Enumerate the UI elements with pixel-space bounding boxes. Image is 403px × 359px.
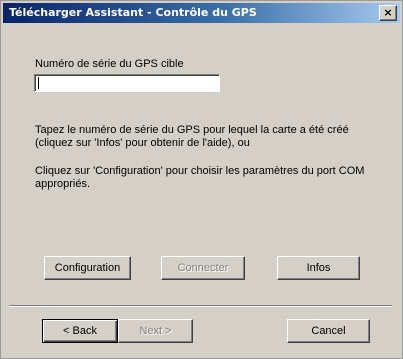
text-caret xyxy=(38,77,39,89)
instruction-line-2: (cliquez sur 'Infos' pour obtenir de l'a… xyxy=(35,137,250,149)
connect-button[interactable]: Connecter xyxy=(161,256,245,280)
serial-label: Numéro de série du GPS cible xyxy=(35,58,184,70)
next-button[interactable]: Next > xyxy=(118,319,193,343)
serial-number-input[interactable] xyxy=(34,74,220,92)
close-button[interactable]: × xyxy=(379,5,397,21)
close-icon: × xyxy=(383,6,393,19)
title-bar[interactable]: Télécharger Assistant - Contrôle du GPS … xyxy=(3,3,400,23)
window-title: Télécharger Assistant - Contrôle du GPS xyxy=(9,6,257,19)
info-button[interactable]: Infos xyxy=(277,256,360,280)
cancel-button[interactable]: Cancel xyxy=(287,319,370,343)
instruction-line-4: appropriés. xyxy=(35,178,91,190)
dialog-window: Télécharger Assistant - Contrôle du GPS … xyxy=(0,0,403,359)
instruction-line-3: Cliquez sur 'Configuration' pour choisir… xyxy=(35,165,365,177)
configuration-button[interactable]: Configuration xyxy=(44,256,131,280)
separator xyxy=(9,305,392,307)
back-button[interactable]: < Back xyxy=(42,319,118,343)
instruction-line-1: Tapez le numéro de série du GPS pour leq… xyxy=(35,124,349,136)
